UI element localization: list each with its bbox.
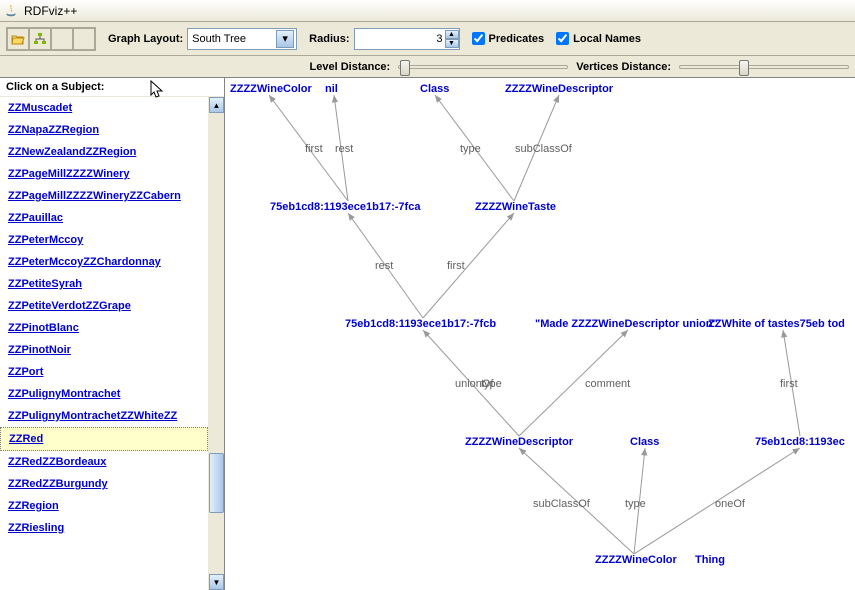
subject-panel: Click on a Subject: ZZMuscadetZZNapaZZRe… bbox=[0, 78, 225, 590]
graph-layout-label: Graph Layout: bbox=[108, 33, 183, 45]
subject-item[interactable]: ZZPinotNoir bbox=[0, 339, 208, 361]
scroll-up-icon[interactable]: ▲ bbox=[209, 97, 224, 113]
main: Click on a Subject: ZZMuscadetZZNapaZZRe… bbox=[0, 78, 855, 590]
radius-label: Radius: bbox=[309, 33, 349, 45]
edge-label: oneOf bbox=[715, 498, 745, 510]
toolbar-buttons bbox=[6, 27, 96, 51]
graph-node[interactable]: Class bbox=[420, 83, 449, 95]
graph-node[interactable]: ZZZZWineTaste bbox=[475, 201, 556, 213]
window-title: RDFviz++ bbox=[24, 4, 77, 18]
graph-node[interactable]: 75eb1cd8:1193ece1b17:-7fca bbox=[270, 201, 420, 213]
subject-item[interactable]: ZZPort bbox=[0, 361, 208, 383]
subject-item[interactable]: ZZRiesling bbox=[0, 517, 208, 539]
edge-label: rest bbox=[375, 260, 393, 272]
toolbar: Graph Layout: South Tree ▾ Radius: ▲▼ Pr… bbox=[0, 22, 855, 56]
subject-item[interactable]: ZZPeterMccoy bbox=[0, 229, 208, 251]
edge-label: comment bbox=[585, 378, 630, 390]
graph-node[interactable]: Thing bbox=[695, 554, 725, 566]
subject-list-wrap: ZZMuscadetZZNapaZZRegionZZNewZealandZZRe… bbox=[0, 97, 224, 590]
subject-item[interactable]: ZZPeterMccoyZZChardonnay bbox=[0, 251, 208, 273]
graph-canvas[interactable]: ZZZZWineColor nil Class ZZZZWineDescriptor 7… bbox=[225, 78, 855, 590]
graph-node[interactable]: ZZZZWineDescriptor bbox=[465, 436, 573, 448]
graph-node[interactable]: ZZZZWineDescriptor bbox=[505, 83, 613, 95]
graph-node[interactable]: ZZWhite of tastes75eb tod bbox=[708, 318, 845, 330]
spin-up-icon[interactable]: ▲ bbox=[445, 30, 459, 39]
subject-item[interactable]: ZZPinotBlanc bbox=[0, 317, 208, 339]
graph-node[interactable]: "Made ZZZZWineDescriptor union" bbox=[535, 318, 718, 330]
vertices-distance-label: Vertices Distance: bbox=[576, 61, 671, 73]
open-button[interactable] bbox=[7, 28, 29, 50]
distance-bar: Level Distance: Vertices Distance: bbox=[0, 56, 855, 78]
scroll-thumb[interactable] bbox=[209, 453, 224, 513]
localnames-checkbox[interactable]: Local Names bbox=[556, 32, 641, 45]
graph-node[interactable]: nil bbox=[325, 83, 338, 95]
localnames-check[interactable] bbox=[556, 32, 569, 45]
subject-item[interactable]: ZZMuscadet bbox=[0, 97, 208, 119]
predicates-checkbox[interactable]: Predicates bbox=[472, 32, 545, 45]
edge-label: first bbox=[305, 143, 323, 155]
level-distance-slider[interactable] bbox=[398, 59, 568, 75]
subject-header: Click on a Subject: bbox=[0, 78, 224, 97]
folder-open-icon bbox=[11, 33, 25, 45]
titlebar: RDFviz++ bbox=[0, 0, 855, 22]
edge-label: type bbox=[625, 498, 646, 510]
java-icon bbox=[4, 4, 18, 18]
subject-item[interactable]: ZZPageMillZZZZWinery bbox=[0, 163, 208, 185]
predicates-label: Predicates bbox=[489, 33, 545, 45]
edge-label: first bbox=[780, 378, 798, 390]
radius-field[interactable] bbox=[355, 33, 445, 45]
scrollbar[interactable]: ▲ ▼ bbox=[208, 97, 224, 590]
graph-node[interactable]: Class bbox=[630, 436, 659, 448]
subject-item[interactable]: ZZPetiteSyrah bbox=[0, 273, 208, 295]
localnames-label: Local Names bbox=[573, 33, 641, 45]
graph-node[interactable]: ZZZZWineColor bbox=[230, 83, 312, 95]
graph-layout-dropdown[interactable]: South Tree ▾ bbox=[187, 28, 297, 50]
edge-label: first bbox=[447, 260, 465, 272]
predicates-check[interactable] bbox=[472, 32, 485, 45]
subject-item[interactable]: ZZRed bbox=[0, 427, 208, 451]
spin-down-icon[interactable]: ▼ bbox=[445, 39, 459, 48]
subject-item[interactable]: ZZRedZZBordeaux bbox=[0, 451, 208, 473]
subject-item[interactable]: ZZPageMillZZZZWineryZZCabern bbox=[0, 185, 208, 207]
subject-item[interactable]: ZZRedZZBurgundy bbox=[0, 473, 208, 495]
vertices-distance-slider[interactable] bbox=[679, 59, 849, 75]
subject-item[interactable]: ZZNapaZZRegion bbox=[0, 119, 208, 141]
subject-item[interactable]: ZZPulignyMontrachetZZWhiteZZ bbox=[0, 405, 208, 427]
edge-label: type bbox=[481, 378, 502, 390]
chevron-down-icon: ▾ bbox=[276, 30, 294, 48]
edge-label: subClassOf bbox=[533, 498, 590, 510]
toolbar-empty-2[interactable] bbox=[73, 28, 95, 50]
graph-node[interactable]: 75eb1cd8:1193ece1b17:-7fcb bbox=[345, 318, 496, 330]
tree-icon bbox=[34, 33, 46, 45]
subject-item[interactable]: ZZPetiteVerdotZZGrape bbox=[0, 295, 208, 317]
edge-label: type bbox=[460, 143, 481, 155]
graph-layout-value: South Tree bbox=[192, 33, 272, 45]
subject-item[interactable]: ZZPauillac bbox=[0, 207, 208, 229]
edge-label: rest bbox=[335, 143, 353, 155]
subject-header-text: Click on a Subject: bbox=[6, 81, 104, 93]
toolbar-empty-1[interactable] bbox=[51, 28, 73, 50]
graph-node[interactable]: ZZZZWineColor bbox=[595, 554, 677, 566]
tree-button[interactable] bbox=[29, 28, 51, 50]
radius-spinner[interactable]: ▲▼ bbox=[445, 30, 459, 48]
subject-item[interactable]: ZZNewZealandZZRegion bbox=[0, 141, 208, 163]
radius-input[interactable]: ▲▼ bbox=[354, 28, 460, 50]
graph-node[interactable]: 75eb1cd8:1193ec bbox=[755, 436, 845, 448]
subject-item[interactable]: ZZPulignyMontrachet bbox=[0, 383, 208, 405]
scroll-down-icon[interactable]: ▼ bbox=[209, 574, 224, 590]
subject-item[interactable]: ZZRegion bbox=[0, 495, 208, 517]
edge-label: subClassOf bbox=[515, 143, 572, 155]
subject-list[interactable]: ZZMuscadetZZNapaZZRegionZZNewZealandZZRe… bbox=[0, 97, 208, 590]
level-distance-label: Level Distance: bbox=[310, 61, 391, 73]
